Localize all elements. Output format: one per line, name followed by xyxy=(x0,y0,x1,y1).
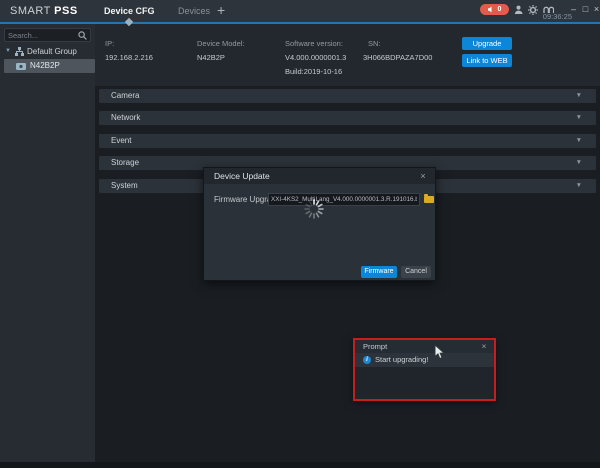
model-label: Device Model: xyxy=(197,39,245,48)
tree-device-label: N42B2P xyxy=(30,59,60,73)
prompt-titlebar: Prompt × xyxy=(355,340,494,353)
close-button[interactable]: × xyxy=(592,2,600,16)
accent-divider xyxy=(0,22,600,24)
section-label: System xyxy=(111,179,138,193)
tree-group-label: Default Group xyxy=(27,45,77,58)
tab-devices[interactable]: Devices xyxy=(178,0,210,22)
camera-device-icon xyxy=(16,63,26,70)
tree-group-row[interactable]: ▼ Default Group xyxy=(0,45,95,58)
model-value: N42B2P xyxy=(197,53,225,62)
software-version-value: V4.000.0000001.3 xyxy=(285,53,346,62)
dialog-titlebar[interactable]: Device Update × xyxy=(204,168,435,184)
sn-value: 3H066BDPAZA7D00 xyxy=(363,53,432,62)
device-info-panel xyxy=(95,24,600,86)
alarm-count: 0 xyxy=(498,6,502,13)
chevron-down-icon[interactable]: ▼ xyxy=(576,134,582,148)
firmware-button[interactable]: Firmware xyxy=(361,266,397,278)
chevron-down-icon[interactable]: ▼ xyxy=(576,111,582,125)
search-icon[interactable] xyxy=(78,31,87,40)
titlebar: SMART PSS Device CFG Devices + 0 – □ × xyxy=(0,0,600,22)
section-event[interactable]: Event ▼ xyxy=(99,134,596,148)
search-box[interactable] xyxy=(4,28,91,42)
section-label: Storage xyxy=(111,156,139,170)
prompt-title: Prompt xyxy=(363,340,387,353)
cancel-button[interactable]: Cancel xyxy=(401,266,431,278)
add-tab-button[interactable]: + xyxy=(217,0,225,22)
logo-smart: SMART xyxy=(10,5,51,17)
chevron-down-icon[interactable]: ▼ xyxy=(576,89,582,103)
mouse-cursor xyxy=(434,344,446,360)
prompt-close-icon[interactable]: × xyxy=(479,340,489,353)
ip-label: IP: xyxy=(105,39,114,48)
upgrade-button[interactable]: Upgrade xyxy=(462,37,512,50)
software-build-value: Build:2019-10-16 xyxy=(285,67,342,76)
section-label: Network xyxy=(111,111,140,125)
browse-folder-icon[interactable] xyxy=(424,196,434,203)
section-camera[interactable]: Camera ▼ xyxy=(99,89,596,103)
search-input[interactable] xyxy=(8,29,76,41)
tree-device-row-selected[interactable]: N42B2P xyxy=(4,59,95,73)
prompt-toast: Prompt × i Start upgrading! xyxy=(353,338,496,401)
device-update-dialog: Device Update × Firmware Upgrade Firmwa xyxy=(203,167,436,281)
link-to-web-button[interactable]: Link to WEB xyxy=(462,54,512,67)
group-icon xyxy=(15,47,24,56)
dialog-title: Device Update xyxy=(214,168,270,184)
ip-value: 192.168.2.216 xyxy=(105,53,153,62)
section-label: Camera xyxy=(111,89,139,103)
section-label: Event xyxy=(111,134,131,148)
logo-pss: PSS xyxy=(54,5,78,17)
device-tree-sidebar: ▼ Default Group N42B2P xyxy=(0,24,95,468)
speaker-icon xyxy=(488,6,495,13)
chevron-down-icon[interactable]: ▼ xyxy=(5,45,11,58)
gear-icon[interactable] xyxy=(528,5,538,15)
chevron-down-icon[interactable]: ▼ xyxy=(576,179,582,193)
user-icon[interactable] xyxy=(514,5,523,15)
info-icon: i xyxy=(363,356,371,364)
prompt-message-row: i Start upgrading! xyxy=(355,353,494,367)
sn-label: SN: xyxy=(368,39,381,48)
clock: 09:36:25 xyxy=(543,12,572,21)
firmware-file-input[interactable] xyxy=(268,193,420,206)
maximize-button[interactable]: □ xyxy=(581,2,590,16)
smartpss-window: SMART PSS Device CFG Devices + 0 – □ × 0… xyxy=(0,0,600,468)
loading-spinner xyxy=(303,198,325,220)
chevron-down-icon[interactable]: ▼ xyxy=(576,156,582,170)
section-network[interactable]: Network ▼ xyxy=(99,111,596,125)
software-version-label: Software version: xyxy=(285,39,343,48)
alarm-indicator[interactable]: 0 xyxy=(480,4,509,15)
dialog-close-icon[interactable]: × xyxy=(417,168,429,184)
window-bottom-edge xyxy=(0,462,600,468)
prompt-message: Start upgrading! xyxy=(375,353,428,367)
app-logo: SMART PSS xyxy=(10,0,78,22)
